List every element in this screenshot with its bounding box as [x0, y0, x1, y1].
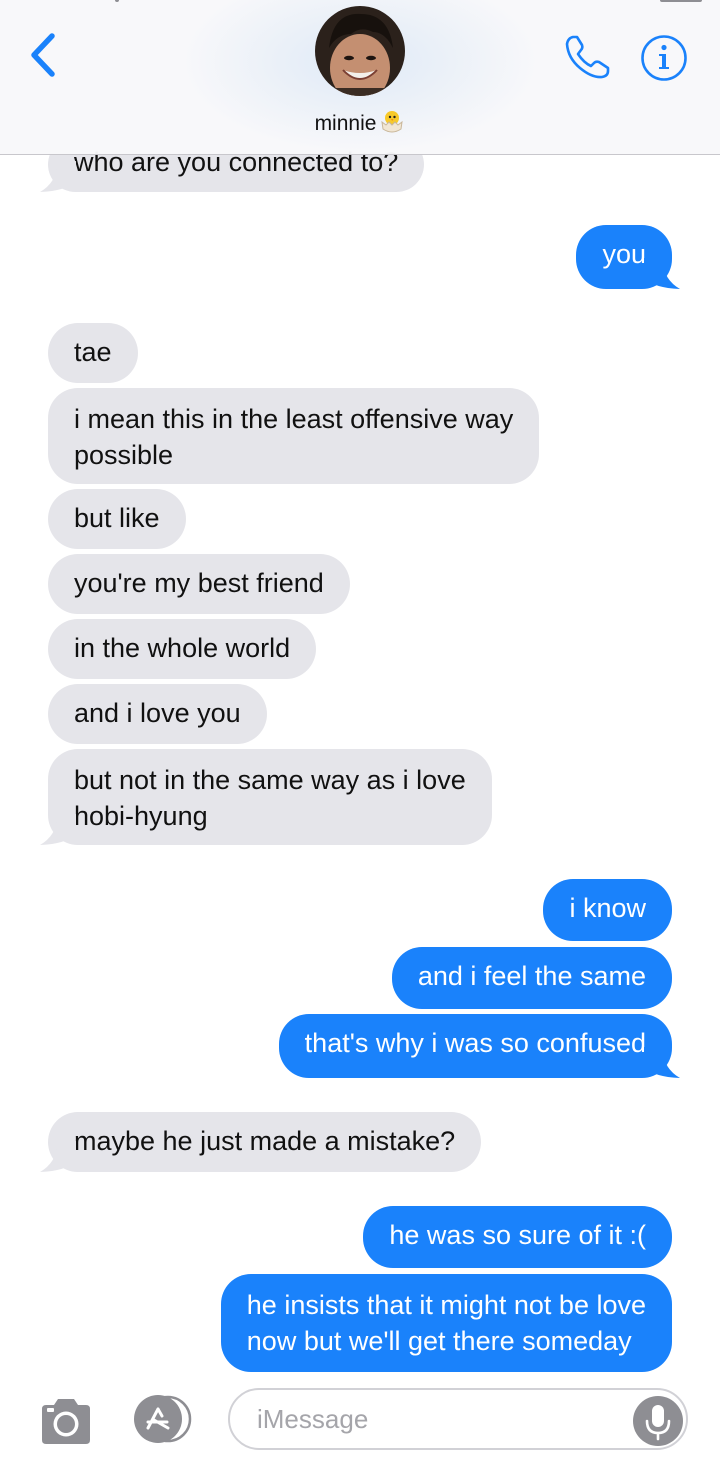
outgoing-message-bubble[interactable]: i know [543, 879, 672, 941]
message-text-line: that's why i was so confused [304, 1028, 646, 1058]
hatching-chick-icon [379, 108, 405, 140]
message-text-line: you [602, 239, 646, 269]
status-bar-fragment [660, 0, 702, 2]
incoming-message-bubble[interactable]: tae [48, 323, 138, 383]
back-button[interactable] [22, 30, 66, 80]
incoming-message-bubble[interactable]: but not in the same way as i love hobi-hy… [48, 749, 492, 845]
outgoing-bubble-tail [644, 1047, 680, 1078]
incoming-bubble-tail [40, 814, 76, 845]
message-text-line: hobi-hyung [74, 801, 208, 831]
incoming-message-bubble[interactable]: in the whole world [48, 619, 317, 679]
app-drawer-button[interactable] [130, 1394, 196, 1444]
message-text-line: he was so sure of it :( [389, 1220, 646, 1250]
incoming-bubble-tail [40, 161, 76, 192]
info-button[interactable] [640, 34, 688, 82]
outgoing-message-bubble[interactable]: that's why i was so confused [278, 1014, 672, 1078]
message-text-line: but not in the same way as i love [74, 765, 466, 795]
message-text-line: i mean this in the least offensive way [74, 404, 514, 434]
message-text-line: you're my best friend [74, 568, 324, 598]
chevron-left-icon [31, 33, 55, 77]
message-text-line: possible [74, 440, 174, 470]
message-text-line: maybe he just made a mistake? [74, 1126, 456, 1156]
outgoing-message-bubble[interactable]: he insists that it might not be love now … [220, 1274, 672, 1372]
message-text-line: tae [74, 337, 112, 367]
message-input[interactable] [228, 1388, 688, 1450]
outgoing-bubble-tail [644, 258, 680, 289]
camera-icon [42, 1399, 90, 1444]
message-text-line: he insists that it might not be love [246, 1290, 646, 1320]
info-icon [641, 35, 687, 81]
incoming-message-bubble[interactable]: but like [48, 489, 186, 549]
message-text-line: and i feel the same [417, 961, 646, 991]
outgoing-message-bubble[interactable]: and i feel the same [391, 947, 672, 1009]
message-text-line: in the whole world [74, 633, 291, 663]
contact-avatar[interactable] [315, 6, 405, 96]
microphone-icon [645, 1405, 671, 1441]
avatar-photo [315, 6, 405, 96]
dictation-button[interactable] [633, 1396, 683, 1446]
call-button[interactable] [562, 32, 612, 82]
incoming-message-bubble[interactable]: you're my best friend [48, 554, 350, 614]
camera-button[interactable] [38, 1396, 94, 1446]
incoming-message-bubble[interactable]: i mean this in the least offensive way po… [48, 388, 540, 484]
message-text-line: and i love you [74, 698, 241, 728]
message-text-line: i know [569, 893, 646, 923]
message-text-line: now but we'll get there someday [246, 1326, 632, 1356]
contact-name-label: minnie [314, 112, 377, 135]
outgoing-message-bubble[interactable]: he was so sure of it :( [363, 1206, 672, 1268]
app-store-icon [134, 1395, 192, 1443]
message-text-line: but like [74, 503, 160, 533]
contact-name[interactable]: minnie [0, 108, 720, 140]
incoming-message-bubble[interactable]: and i love you [48, 684, 267, 744]
composer-bar [0, 1382, 720, 1461]
status-bar-fragment [115, 0, 119, 2]
phone-icon [565, 35, 610, 79]
conversation-header: minnie [0, 0, 720, 155]
incoming-bubble-tail [40, 1141, 76, 1172]
incoming-message-bubble[interactable]: maybe he just made a mistake? [48, 1112, 482, 1172]
